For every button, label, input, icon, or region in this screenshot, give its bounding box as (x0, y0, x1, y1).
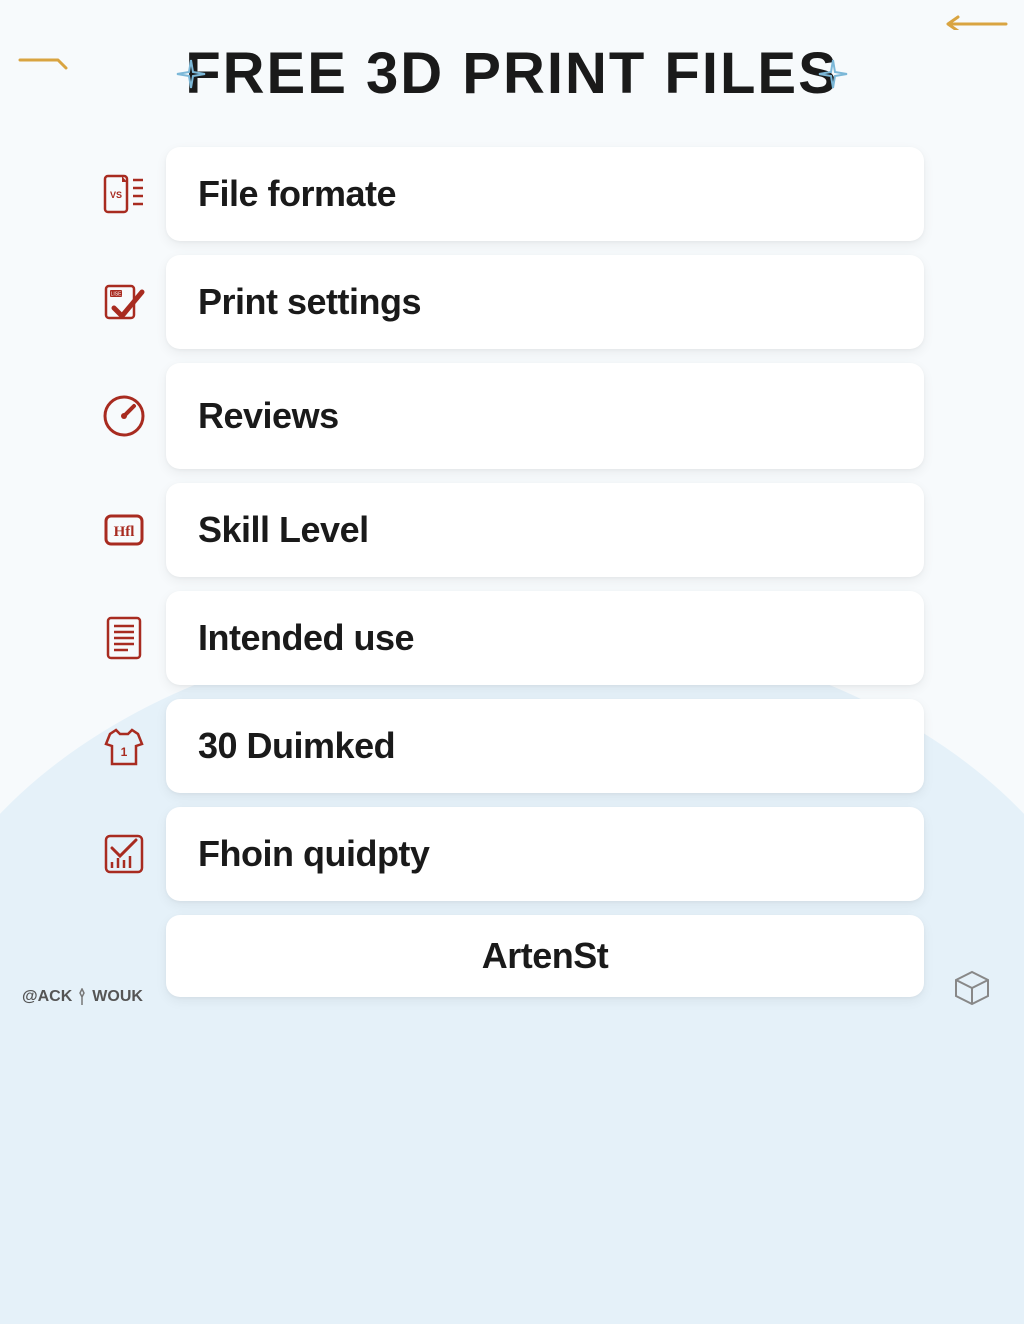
empty-icon (100, 932, 148, 980)
list-item[interactable]: Fhoin quidpty (100, 807, 924, 901)
list-item[interactable]: Hfl Skill Level (100, 483, 924, 577)
list-item[interactable]: Intended use (100, 591, 924, 685)
list-item[interactable]: Reviews (100, 363, 924, 469)
document-icon (100, 614, 148, 662)
sparkle-icon (175, 58, 207, 90)
card-label: 30 Duimked (198, 725, 395, 766)
card-label: File formate (198, 173, 396, 214)
svg-text:Hfl: Hfl (114, 524, 135, 540)
sparkle-icon (817, 58, 849, 90)
chart-check-icon (100, 830, 148, 878)
svg-text:1: 1 (121, 745, 128, 759)
category-card: Fhoin quidpty (166, 807, 924, 901)
svg-text:VS: VS (110, 190, 122, 200)
card-label: ArtenSt (482, 935, 609, 976)
category-card: Reviews (166, 363, 924, 469)
checklist-icon: LISE (100, 278, 148, 326)
level-badge-icon: Hfl (100, 506, 148, 554)
card-label: Skill Level (198, 509, 369, 550)
category-list: VS File formate LISE (100, 147, 924, 997)
card-label: Print settings (198, 281, 421, 322)
card-label: Intended use (198, 617, 414, 658)
title-text: FREE 3D PRINT FILES (185, 41, 839, 106)
card-label: Fhoin quidpty (198, 833, 429, 874)
shirt-icon: 1 (100, 722, 148, 770)
card-label: Reviews (198, 395, 339, 436)
category-card: Skill Level (166, 483, 924, 577)
file-compare-icon: VS (100, 170, 148, 218)
category-card: Print settings (166, 255, 924, 349)
list-item[interactable]: VS File formate (100, 147, 924, 241)
page-title: FREE 3D PRINT FILES (100, 40, 924, 107)
brand-card: ArtenSt (166, 915, 924, 997)
list-item[interactable]: LISE Print settings (100, 255, 924, 349)
svg-text:LISE: LISE (111, 292, 123, 298)
gauge-icon (100, 392, 148, 440)
category-card: 30 Duimked (166, 699, 924, 793)
category-card: Intended use (166, 591, 924, 685)
list-item[interactable]: ArtenSt (100, 915, 924, 997)
list-item[interactable]: 1 30 Duimked (100, 699, 924, 793)
category-card: File formate (166, 147, 924, 241)
